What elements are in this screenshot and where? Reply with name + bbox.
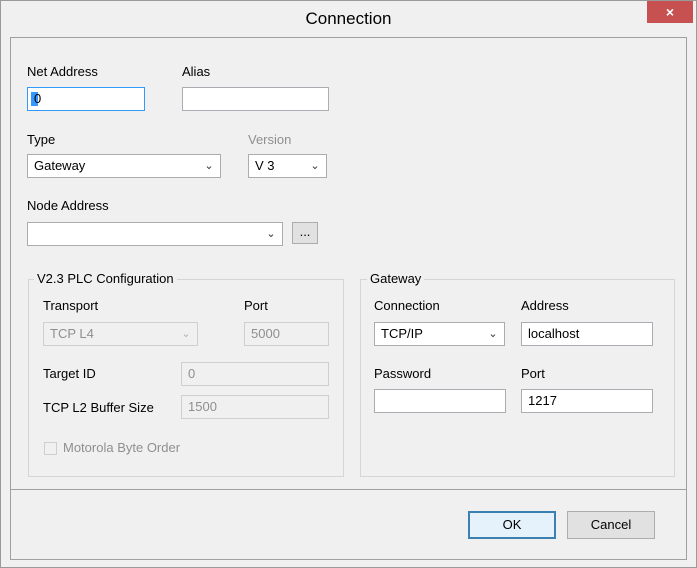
buffer-size-input[interactable]: 1500 bbox=[181, 395, 329, 419]
alias-input[interactable] bbox=[182, 87, 329, 111]
transport-label: Transport bbox=[43, 298, 99, 313]
transport-select[interactable]: TCP L4 ⌄ bbox=[43, 322, 198, 346]
close-button[interactable]: × bbox=[647, 1, 693, 23]
connection-select[interactable]: TCP/IP ⌄ bbox=[374, 322, 505, 346]
version-select[interactable]: V 3 ⌄ bbox=[248, 154, 327, 178]
chevron-down-icon: ⌄ bbox=[181, 328, 191, 340]
title-bar[interactable]: Connection × bbox=[1, 1, 696, 37]
gateway-port-input[interactable]: 1217 bbox=[521, 389, 653, 413]
buffer-size-label: TCP L2 Buffer Size bbox=[43, 400, 154, 415]
password-label: Password bbox=[374, 366, 432, 381]
node-address-label: Node Address bbox=[27, 198, 109, 213]
alias-label: Alias bbox=[182, 64, 211, 79]
gateway-port-label: Port bbox=[521, 366, 545, 381]
transport-value: TCP L4 bbox=[50, 326, 94, 341]
dialog-footer: OK Cancel bbox=[10, 490, 687, 560]
type-select[interactable]: Gateway ⌄ bbox=[27, 154, 221, 178]
plc-config-title: V2.3 PLC Configuration bbox=[34, 271, 177, 286]
type-label: Type bbox=[27, 132, 56, 147]
close-icon: × bbox=[665, 4, 675, 20]
dialog-body: Net Address 0 Alias Type Gateway ⌄ Versi… bbox=[10, 37, 687, 490]
motorola-checkbox[interactable] bbox=[44, 442, 57, 455]
chevron-down-icon: ⌄ bbox=[310, 160, 320, 172]
browse-button[interactable]: ... bbox=[292, 222, 318, 244]
motorola-label: Motorola Byte Order bbox=[63, 440, 181, 455]
ok-button[interactable]: OK bbox=[468, 511, 556, 539]
password-input[interactable] bbox=[374, 389, 506, 413]
net-address-input[interactable]: 0 bbox=[27, 87, 145, 111]
connection-dialog: Connection × Net Address 0 Alias Type Ga… bbox=[0, 0, 697, 568]
target-id-input[interactable]: 0 bbox=[181, 362, 329, 386]
chevron-down-icon: ⌄ bbox=[488, 328, 498, 340]
address-input[interactable]: localhost bbox=[521, 322, 653, 346]
target-id-label: Target ID bbox=[43, 366, 96, 381]
gateway-title: Gateway bbox=[367, 271, 425, 286]
net-address-label: Net Address bbox=[27, 64, 98, 79]
chevron-down-icon: ⌄ bbox=[266, 228, 276, 240]
cancel-button[interactable]: Cancel bbox=[567, 511, 655, 539]
connection-value: TCP/IP bbox=[381, 326, 423, 341]
address-label: Address bbox=[521, 298, 569, 313]
chevron-down-icon: ⌄ bbox=[204, 160, 214, 172]
version-label: Version bbox=[248, 132, 292, 147]
node-address-select[interactable]: ⌄ bbox=[27, 222, 283, 246]
net-address-value: 0 bbox=[34, 91, 42, 106]
version-value: V 3 bbox=[255, 158, 275, 173]
plc-port-label: Port bbox=[244, 298, 268, 313]
window-title: Connection bbox=[305, 9, 392, 28]
plc-port-input[interactable]: 5000 bbox=[244, 322, 329, 346]
type-value: Gateway bbox=[34, 158, 86, 173]
connection-label: Connection bbox=[374, 298, 440, 313]
